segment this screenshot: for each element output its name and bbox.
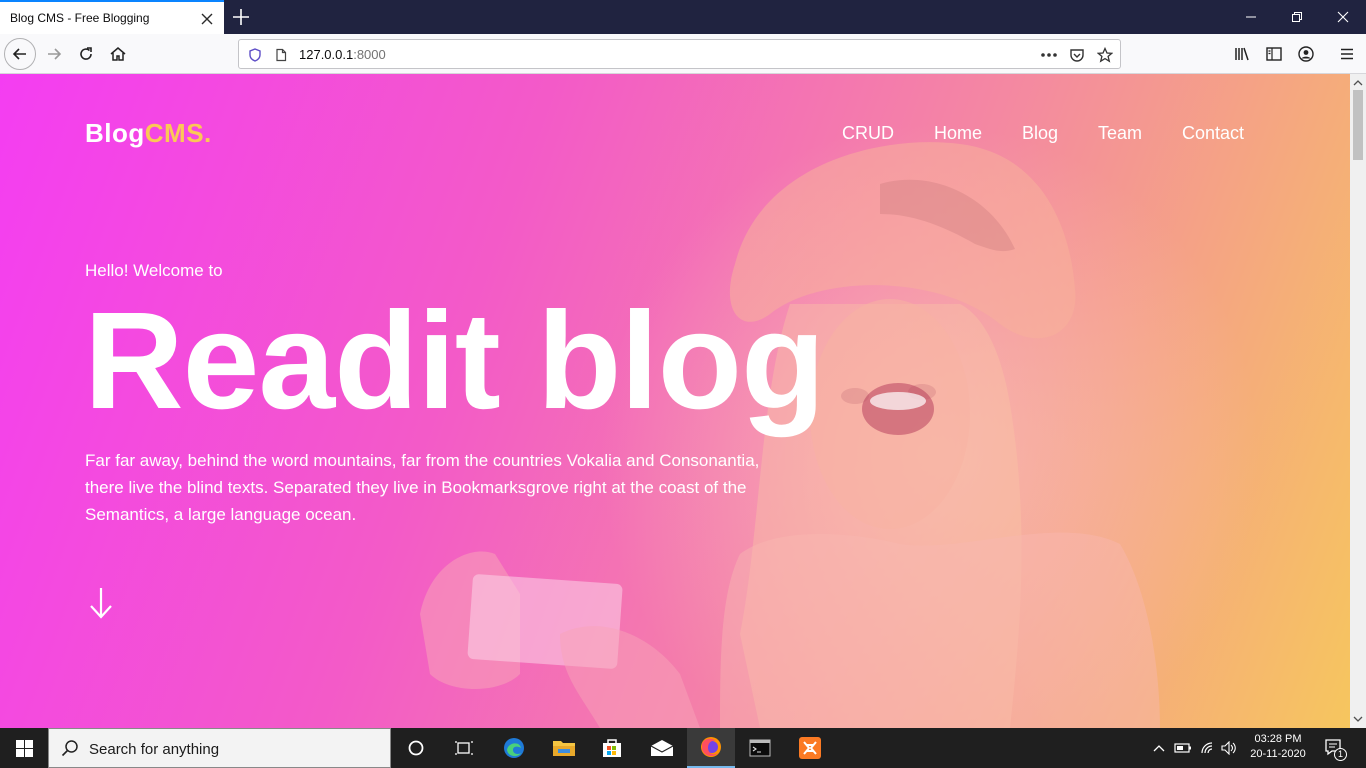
restore-window-button[interactable] bbox=[1274, 0, 1320, 34]
close-window-button[interactable] bbox=[1320, 0, 1366, 34]
cortana-button[interactable] bbox=[392, 728, 440, 768]
battery-tray-button[interactable] bbox=[1172, 728, 1194, 768]
nav-link-contact[interactable]: Contact bbox=[1182, 123, 1244, 144]
firefox-taskbar-button[interactable] bbox=[687, 728, 735, 768]
battery-icon bbox=[1174, 743, 1191, 753]
arrow-right-icon bbox=[48, 48, 62, 60]
library-button[interactable] bbox=[1226, 38, 1258, 70]
url-port: :8000 bbox=[353, 47, 386, 62]
terminal-taskbar-button[interactable] bbox=[736, 728, 784, 768]
search-placeholder: Search for anything bbox=[89, 741, 220, 758]
browser-tab-strip: Blog CMS - Free Blogging bbox=[0, 0, 1366, 34]
edge-browser-icon bbox=[504, 738, 524, 758]
page-info-icon[interactable] bbox=[271, 45, 291, 65]
library-icon bbox=[1235, 47, 1249, 61]
address-bar[interactable]: 127.0.0.1:8000 bbox=[238, 39, 1121, 69]
action-center-button[interactable]: 1 bbox=[1320, 728, 1350, 768]
scrollbar-thumb[interactable] bbox=[1353, 90, 1363, 160]
volume-tray-button[interactable] bbox=[1220, 728, 1240, 768]
nav-link-team[interactable]: Team bbox=[1098, 123, 1142, 144]
mail-taskbar-button[interactable] bbox=[638, 728, 686, 768]
nav-link-crud[interactable]: CRUD bbox=[842, 123, 894, 144]
show-hidden-icons-button[interactable] bbox=[1150, 728, 1168, 768]
hero-title: Readit blog bbox=[84, 284, 825, 438]
xampp-taskbar-button[interactable] bbox=[786, 728, 834, 768]
reload-button[interactable] bbox=[70, 38, 102, 70]
scroll-up-icon[interactable] bbox=[1350, 76, 1366, 90]
home-icon bbox=[110, 47, 126, 61]
tracking-protection-shield-icon[interactable] bbox=[245, 45, 265, 65]
sidebar-button[interactable] bbox=[1258, 38, 1290, 70]
notification-count-badge: 1 bbox=[1334, 748, 1347, 761]
page-actions-icon[interactable] bbox=[1039, 45, 1059, 65]
clock-date: 20-11-2020 bbox=[1250, 748, 1306, 760]
mail-envelope-icon bbox=[650, 740, 674, 756]
search-icon bbox=[61, 740, 78, 757]
restore-icon bbox=[1292, 12, 1302, 22]
windows-taskbar: Search for anything 03:28 PM 20-11-2020 bbox=[0, 728, 1366, 768]
hamburger-menu-icon bbox=[1341, 48, 1353, 60]
close-icon bbox=[1337, 11, 1349, 23]
tab-title: Blog CMS - Free Blogging bbox=[10, 11, 150, 25]
nav-link-blog[interactable]: Blog bbox=[1022, 123, 1058, 144]
site-logo[interactable]: BlogCMS. bbox=[85, 118, 212, 149]
chevron-up-icon bbox=[1153, 745, 1165, 752]
menu-button[interactable] bbox=[1331, 38, 1363, 70]
task-view-icon bbox=[455, 741, 473, 755]
url-text: 127.0.0.1:8000 bbox=[299, 47, 386, 62]
pocket-icon[interactable] bbox=[1067, 45, 1087, 65]
new-tab-icon[interactable] bbox=[230, 6, 252, 28]
close-tab-icon[interactable] bbox=[198, 10, 216, 28]
forward-button[interactable] bbox=[38, 38, 70, 70]
scroll-down-arrow-icon[interactable] bbox=[88, 586, 114, 620]
task-view-button[interactable] bbox=[440, 728, 488, 768]
arrow-left-icon bbox=[12, 48, 26, 60]
home-button[interactable] bbox=[102, 38, 134, 70]
account-button[interactable] bbox=[1290, 38, 1322, 70]
store-bag-icon bbox=[603, 739, 621, 757]
wifi-icon bbox=[1201, 742, 1213, 754]
cortana-circle-icon bbox=[408, 740, 424, 756]
taskbar-search-box[interactable]: Search for anything bbox=[48, 728, 391, 768]
account-icon bbox=[1298, 46, 1314, 62]
brand-accent: CMS bbox=[144, 118, 205, 148]
folder-icon bbox=[553, 741, 575, 756]
nav-link-home[interactable]: Home bbox=[934, 123, 982, 144]
brand-main: Blog bbox=[85, 118, 145, 148]
sidebar-icon bbox=[1266, 47, 1282, 61]
system-clock[interactable]: 03:28 PM 20-11-2020 bbox=[1240, 732, 1316, 762]
back-button[interactable] bbox=[4, 38, 36, 70]
scroll-down-icon[interactable] bbox=[1350, 712, 1366, 726]
hero-description: Far far away, behind the word mountains,… bbox=[85, 451, 760, 524]
page-scrollbar[interactable] bbox=[1350, 74, 1366, 728]
browser-toolbar: 127.0.0.1:8000 bbox=[0, 34, 1366, 74]
hero-greeting: Hello! Welcome to bbox=[85, 261, 223, 280]
hero-section: BlogCMS. CRUD Home Blog Team Contact Hel… bbox=[0, 74, 1350, 728]
active-tab[interactable]: Blog CMS - Free Blogging bbox=[0, 0, 224, 34]
minimize-icon bbox=[1246, 16, 1256, 18]
clock-time: 03:28 PM bbox=[1254, 733, 1302, 745]
xampp-icon bbox=[799, 737, 821, 759]
store-taskbar-button[interactable] bbox=[588, 728, 636, 768]
bookmark-star-icon[interactable] bbox=[1095, 45, 1115, 65]
file-explorer-taskbar-button[interactable] bbox=[540, 728, 588, 768]
brand-dot: . bbox=[204, 118, 212, 148]
url-host: 127.0.0.1 bbox=[299, 47, 354, 62]
speaker-icon bbox=[1221, 741, 1236, 755]
firefox-icon bbox=[701, 737, 721, 757]
windows-logo-icon bbox=[15, 739, 33, 757]
reload-icon bbox=[80, 47, 92, 60]
minimize-window-button[interactable] bbox=[1228, 0, 1274, 34]
network-tray-button[interactable] bbox=[1198, 728, 1218, 768]
start-button[interactable] bbox=[0, 728, 48, 768]
command-prompt-icon bbox=[749, 739, 771, 757]
edge-taskbar-button[interactable] bbox=[490, 728, 538, 768]
